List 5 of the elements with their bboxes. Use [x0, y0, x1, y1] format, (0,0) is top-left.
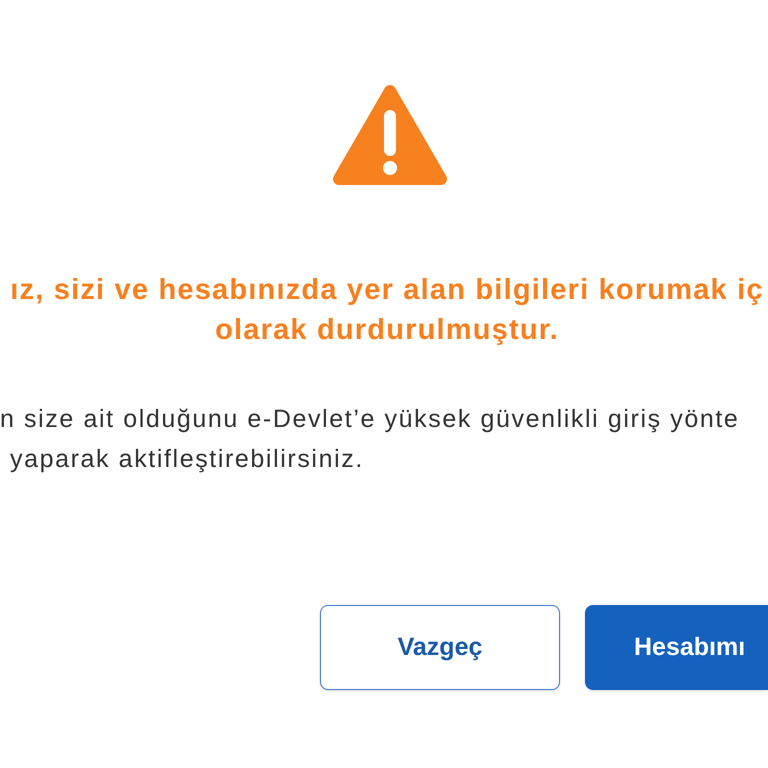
warning-heading: ız, sizi ve hesabınızda yer alan bilgileri korumak iç olarak durdurulmuştur.: [9, 273, 765, 348]
cancel-button[interactable]: Vazgeç: [320, 605, 560, 690]
warning-icon: [332, 84, 448, 186]
account-message: n size ait olduğunu e-Devlet’e yüksek güvenlikli giriş yönte yaparak aktifleştirebilirsiniz.: [0, 404, 740, 475]
activate-account-button[interactable]: Hesabımı: [585, 605, 768, 690]
